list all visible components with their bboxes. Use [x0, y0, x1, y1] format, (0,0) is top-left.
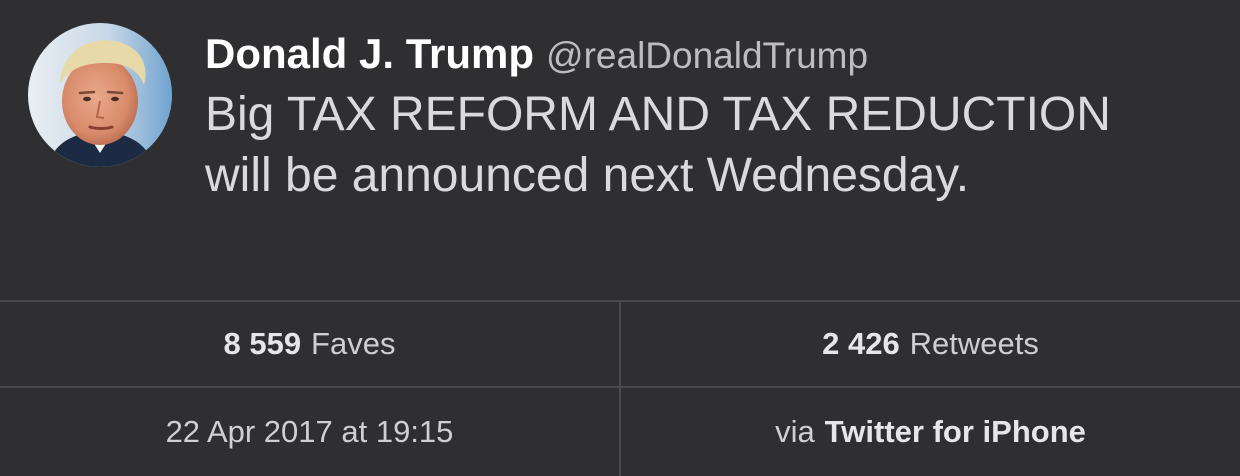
- timestamp: 22 Apr 2017 at 19:15: [0, 388, 619, 476]
- retweets-count: 2 426: [822, 326, 900, 361]
- via-label: via: [775, 414, 815, 449]
- faves-label: Faves: [311, 326, 396, 361]
- author-line: Donald J. Trump @realDonaldTrump: [205, 28, 868, 89]
- avatar[interactable]: [28, 23, 172, 167]
- source-info[interactable]: via Twitter for iPhone: [621, 388, 1240, 476]
- retweets-stat[interactable]: 2 426 Retweets: [621, 302, 1240, 386]
- profile-photo-icon: [28, 23, 172, 167]
- faves-count: 8 559: [223, 326, 302, 361]
- tweet-header: Donald J. Trump @realDonaldTrump Big TAX …: [0, 0, 1240, 300]
- author-handle[interactable]: @realDonaldTrump: [546, 35, 868, 76]
- author-name[interactable]: Donald J. Trump: [205, 30, 534, 77]
- tweet-text: Big TAX REFORM AND TAX REDUCTION will be…: [205, 88, 1111, 202]
- faves-stat[interactable]: 8 559 Faves: [0, 302, 619, 386]
- retweets-label: Retweets: [909, 326, 1039, 361]
- tweet-card: Donald J. Trump @realDonaldTrump Big TAX …: [0, 0, 1240, 476]
- timestamp-text: 22 Apr 2017 at 19:15: [165, 414, 454, 449]
- source-app[interactable]: Twitter for iPhone: [825, 414, 1086, 450]
